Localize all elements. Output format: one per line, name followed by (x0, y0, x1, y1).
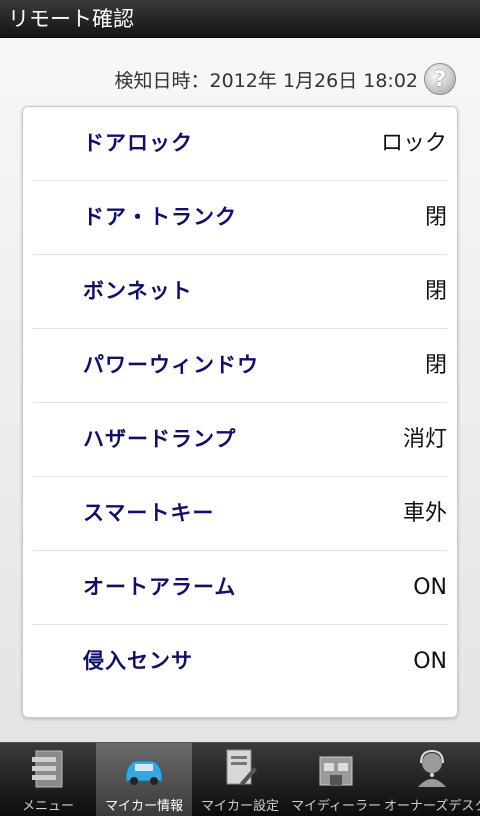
status-row-auto-alarm: オートアラーム ON (33, 551, 447, 625)
status-label: スマートキー (83, 502, 215, 525)
status-value: 閉 (424, 205, 447, 230)
tab-label: オーナーズデスク (384, 799, 480, 814)
status-value: ON (413, 649, 447, 674)
status-label: パワーウィンドウ (83, 354, 259, 377)
status-label: ハザードランプ (83, 428, 237, 451)
status-value: 消灯 (402, 427, 447, 452)
detection-timestamp: 検知日時：2012年 1月26日 18:02 (114, 70, 418, 92)
status-value: 閉 (424, 279, 447, 304)
status-row-intrusion-sensor: 侵入センサ ON (33, 625, 447, 699)
dealer-building-icon (319, 756, 353, 786)
bottom-tab-bar: メニュー マイカー情報 マイカー設定 マイディーラー オーナーズデスク (0, 742, 480, 816)
question-icon[interactable]: ? (424, 63, 456, 95)
tab-menu[interactable]: メニュー (0, 743, 96, 816)
headset-operator-icon (418, 749, 446, 787)
status-label: オートアラーム (83, 576, 237, 599)
status-row-smart-key: スマートキー 車外 (33, 477, 447, 551)
tab-mycar-info[interactable]: マイカー情報 (96, 743, 192, 816)
tab-my-dealer[interactable]: マイディーラー (288, 743, 384, 816)
tab-label: メニュー (21, 799, 74, 814)
status-row-power-window: パワーウィンドウ 閉 (33, 329, 447, 403)
tab-owners-desk[interactable]: オーナーズデスク (384, 743, 480, 816)
status-value: 閉 (424, 353, 447, 378)
status-label: ドアロック (83, 132, 193, 155)
tab-label: マイカー設定 (200, 799, 279, 814)
status-row-bonnet: ボンネット 閉 (33, 255, 447, 329)
status-row-door-trunk: ドア・トランク 閉 (33, 181, 447, 255)
status-row-door-lock: ドアロック ロック (33, 107, 447, 181)
tab-label: マイディーラー (290, 799, 382, 814)
title-bar: リモート確認 (0, 0, 480, 38)
car-icon (125, 760, 163, 785)
page-title: リモート確認 (8, 7, 134, 31)
status-row-hazard-lamp: ハザードランプ 消灯 (33, 403, 447, 477)
status-label: ドア・トランク (83, 206, 237, 229)
menu-list-icon (32, 750, 63, 788)
settings-document-icon (226, 749, 257, 786)
status-label: ボンネット (83, 280, 193, 303)
status-value: 車外 (402, 501, 447, 526)
status-panel: ドアロック ロック ドア・トランク 閉 ボンネット 閉 パワーウィンドウ 閉 ハ… (22, 106, 458, 718)
tab-mycar-settings[interactable]: マイカー設定 (192, 743, 288, 816)
status-value: ロック (380, 131, 447, 156)
status-label: 侵入センサ (83, 650, 193, 673)
tab-label: マイカー情報 (104, 799, 183, 814)
main-content: 検知日時：2012年 1月26日 18:02 ? ドアロック ロック ドア・トラ… (0, 38, 480, 742)
status-value: ON (413, 575, 447, 600)
